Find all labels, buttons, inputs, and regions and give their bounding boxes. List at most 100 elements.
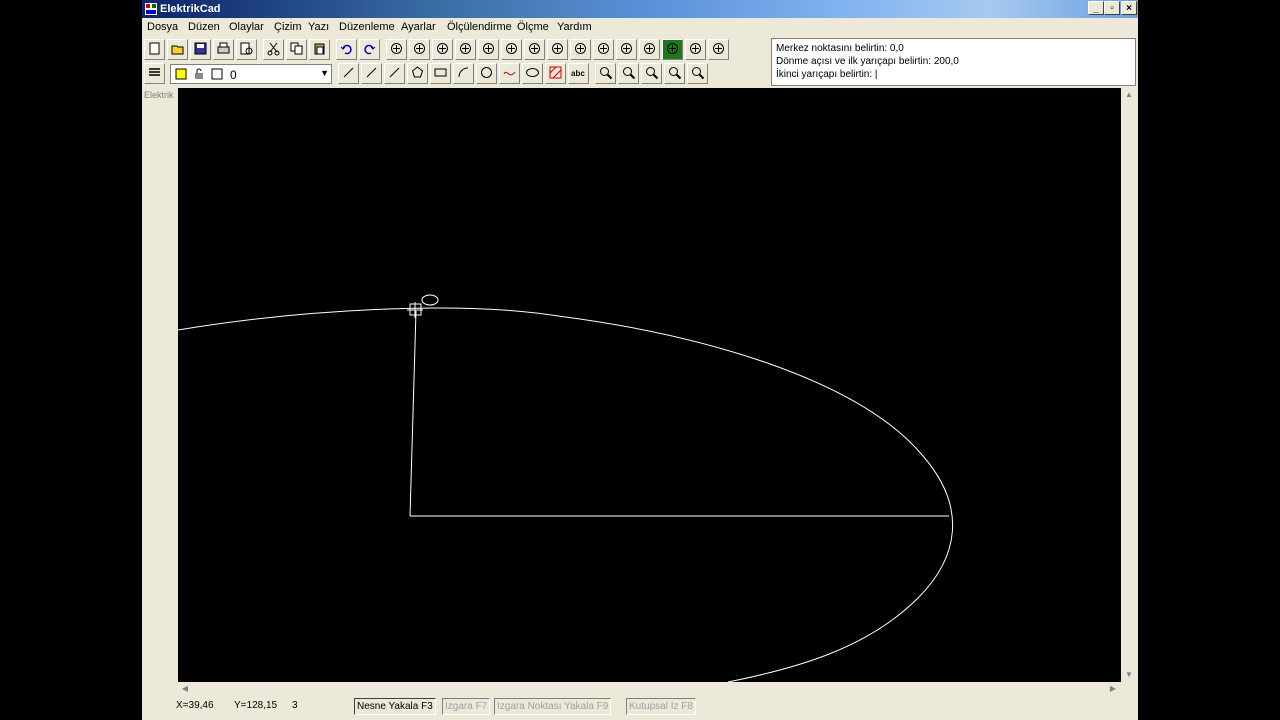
pan-button[interactable] [685, 39, 706, 60]
chevron-down-icon[interactable]: ▼ [320, 68, 329, 78]
ellipse-icon [525, 65, 540, 83]
layer-manager-button[interactable] [144, 63, 165, 84]
trim-button[interactable] [593, 39, 614, 60]
text-button[interactable]: abc [568, 63, 589, 84]
stretch-button[interactable] [570, 39, 591, 60]
new-button[interactable] [144, 39, 165, 60]
restore-button[interactable]: ▫ [1104, 1, 1120, 15]
polyline-button[interactable] [361, 63, 382, 84]
close-button[interactable]: × [1121, 1, 1137, 15]
zoom-previous-button[interactable] [641, 63, 662, 84]
move-button[interactable] [455, 39, 476, 60]
fillet-button[interactable] [639, 39, 660, 60]
menu-duzenleme[interactable]: Düzenleme [339, 21, 395, 33]
arc-icon [456, 65, 471, 83]
mirror-button[interactable] [409, 39, 430, 60]
polygon-button[interactable] [407, 63, 428, 84]
offset-icon [389, 41, 404, 59]
line-icon [341, 65, 356, 83]
scroll-up-icon[interactable]: ▲ [1122, 88, 1136, 102]
menu-ayarlar[interactable]: Ayarlar [401, 21, 436, 33]
multiline-button[interactable] [384, 63, 405, 84]
menu-cizim[interactable]: Çizim [274, 21, 302, 33]
zoom-realtime-button[interactable] [595, 63, 616, 84]
scroll-left-icon[interactable]: ◀ [178, 682, 192, 696]
layers-icon [147, 65, 162, 83]
svg-text:abc: abc [571, 69, 585, 78]
scroll-right-icon[interactable]: ▶ [1106, 682, 1120, 696]
print-preview-icon [239, 41, 254, 59]
fillet-icon [642, 41, 657, 59]
crosshair-cursor [407, 302, 423, 318]
polar-toggle[interactable]: Kutupsal Iz F8 [626, 698, 696, 715]
redo-button[interactable] [359, 39, 380, 60]
grid-toggle[interactable]: Izgara F7 [442, 698, 491, 715]
print-preview-button[interactable] [236, 39, 257, 60]
drawing-canvas[interactable] [178, 88, 1121, 682]
paste-button[interactable] [309, 39, 330, 60]
arc-button[interactable] [453, 63, 474, 84]
explode-button[interactable] [547, 39, 568, 60]
array-button[interactable] [432, 39, 453, 60]
y-coordinate: Y=128,15 [234, 700, 278, 711]
open-icon [170, 41, 185, 59]
cut-button[interactable] [263, 39, 284, 60]
menu-olaylar[interactable]: Olaylar [229, 21, 264, 33]
scale-button[interactable] [501, 39, 522, 60]
copy-object-button[interactable] [524, 39, 545, 60]
zoom-all-icon [690, 65, 705, 83]
menu-yazi[interactable]: Yazı [308, 21, 329, 33]
menu-olculendirme[interactable]: Ölçülendirme [447, 21, 512, 33]
minimize-button[interactable]: _ [1088, 1, 1104, 15]
menu-yardim[interactable]: Yardım [557, 21, 592, 33]
vertical-scrollbar[interactable]: ▲ ▼ [1121, 88, 1137, 682]
horizontal-scrollbar[interactable]: ◀ ▶ [178, 682, 1121, 696]
ellipse-button[interactable] [522, 63, 543, 84]
rectangle-button[interactable] [430, 63, 451, 84]
menu-bar: Dosya Düzen Olaylar Çizim Yazı Düzenleme… [142, 18, 1138, 36]
print-button[interactable] [213, 39, 234, 60]
application-window: ElektrikCad _ ▫ × Dosya Düzen Olaylar Çi… [142, 0, 1138, 720]
scroll-down-icon[interactable]: ▼ [1122, 668, 1136, 682]
title-bar[interactable]: ElektrikCad _ ▫ × [142, 0, 1138, 18]
save-icon [193, 41, 208, 59]
save-button[interactable] [190, 39, 211, 60]
print-icon [216, 41, 231, 59]
snap-toggle[interactable]: Izgara Noktası Yakala F9 [494, 698, 612, 715]
hatch-button[interactable] [545, 63, 566, 84]
offset-button[interactable] [386, 39, 407, 60]
extend-button[interactable] [616, 39, 637, 60]
polygon-icon [410, 65, 425, 83]
measure-icon [711, 41, 726, 59]
command-prompt: İkinci yarıçapı belirtin: | [776, 69, 878, 80]
menu-dosya[interactable]: Dosya [147, 21, 178, 33]
circle-icon [479, 65, 494, 83]
open-button[interactable] [167, 39, 188, 60]
layer-color-icon [211, 68, 223, 83]
circle-button[interactable] [476, 63, 497, 84]
command-history-1: Merkez noktasını belirtin: 0,0 [776, 43, 904, 54]
menu-olcme[interactable]: Ölçme [517, 21, 549, 33]
side-panel-label: Elektrik [144, 90, 174, 100]
standard-toolbar [144, 39, 744, 61]
command-line[interactable]: Merkez noktasını belirtin: 0,0 Dönme açı… [771, 38, 1136, 86]
undo-button[interactable] [336, 39, 357, 60]
rotate-button[interactable] [478, 39, 499, 60]
zoom-all-button[interactable] [687, 63, 708, 84]
status-bar: X=39,46 Y=128,15 3 Nesne Yakala F3 Izgar… [142, 697, 1138, 720]
ellipse-cursor-icon [421, 294, 439, 306]
measure-button[interactable] [708, 39, 729, 60]
copy-button[interactable] [286, 39, 307, 60]
copy-object-icon [527, 41, 542, 59]
layer-combo[interactable]: 0 ▼ [170, 64, 332, 84]
osnap-toggle[interactable]: Nesne Yakala F3 [354, 698, 436, 715]
line-button[interactable] [338, 63, 359, 84]
zoom-window-button[interactable] [618, 63, 639, 84]
menu-duzen[interactable]: Düzen [188, 21, 220, 33]
zoom-realtime-icon [598, 65, 613, 83]
osnap-button[interactable] [662, 39, 683, 60]
spline-button[interactable] [499, 63, 520, 84]
explode-icon [550, 41, 565, 59]
zoom-extents-button[interactable] [664, 63, 685, 84]
layer-name: 0 [230, 68, 237, 82]
